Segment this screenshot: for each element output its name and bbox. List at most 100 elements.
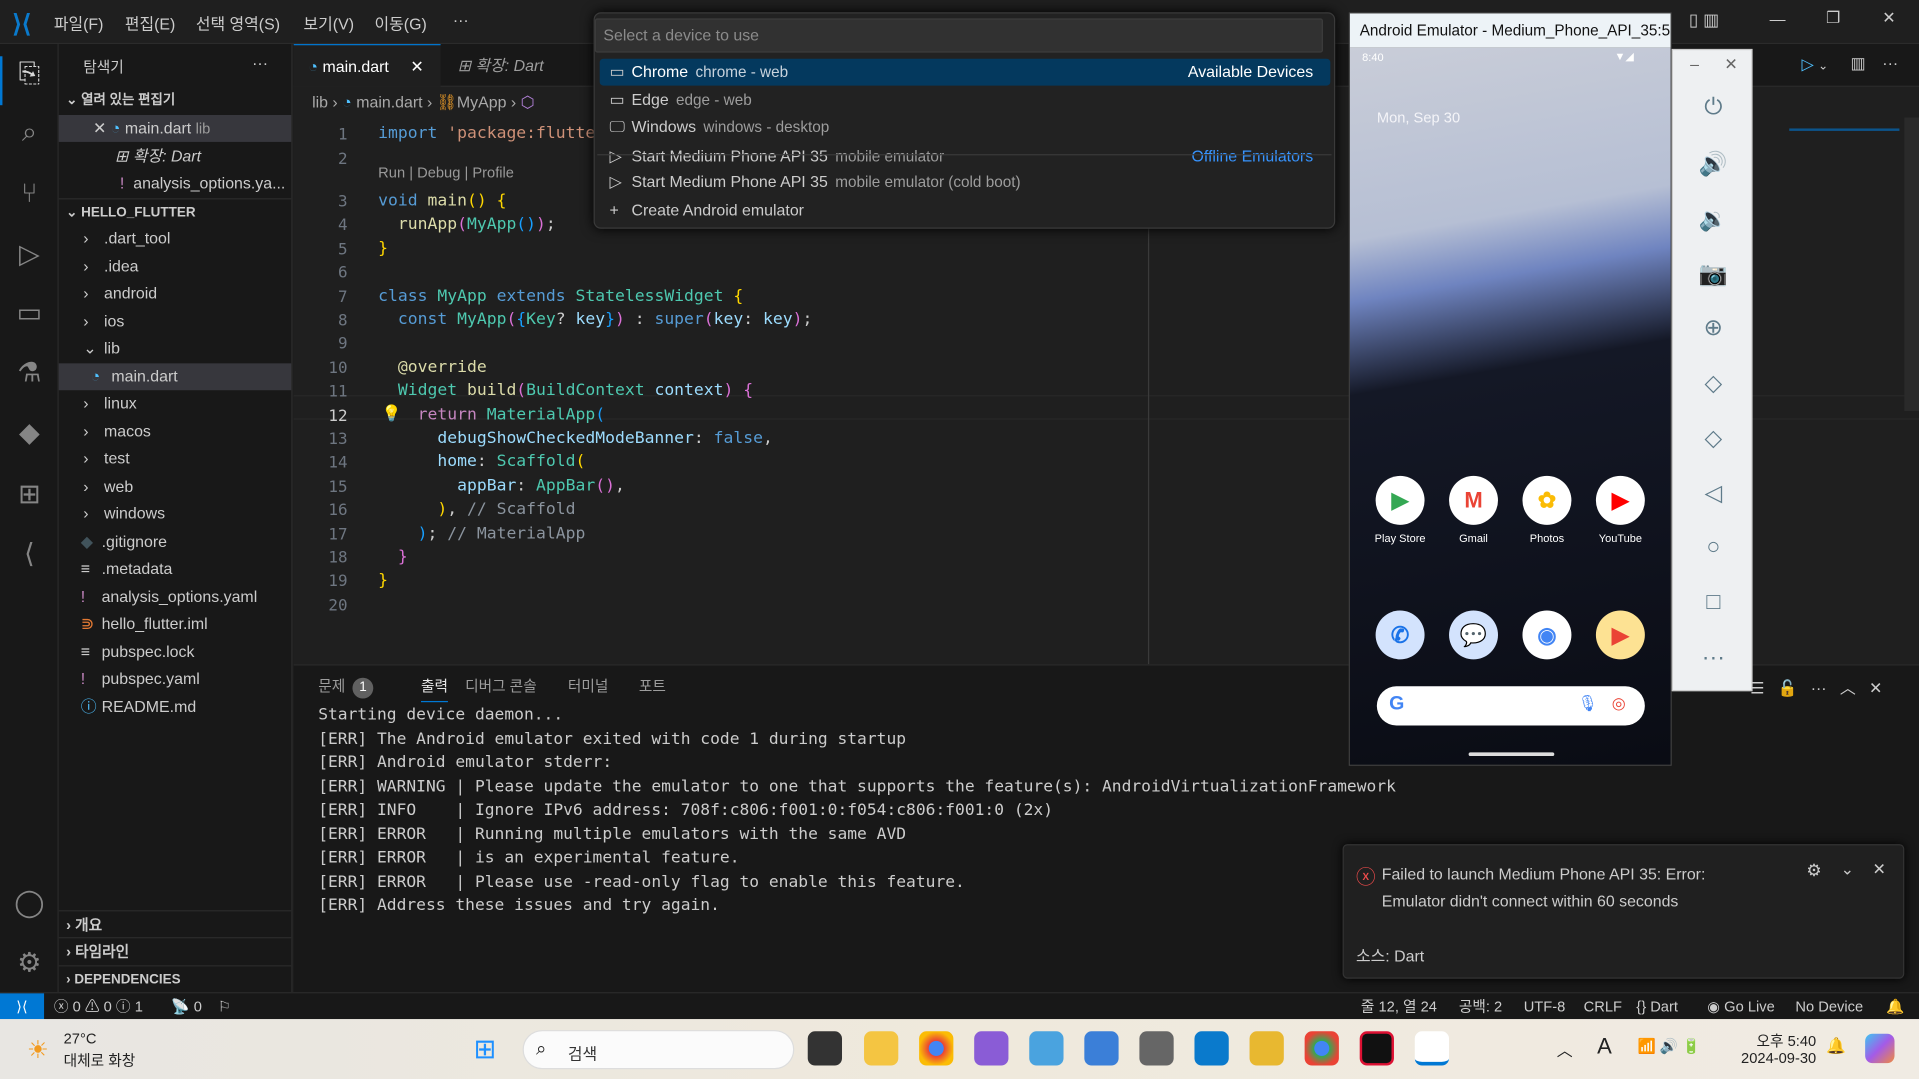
dock-app-icon[interactable]: ▶: [1595, 610, 1645, 660]
menu-item[interactable]: 보기(V): [304, 11, 354, 34]
cursor-position[interactable]: 줄 12, 열 24: [1361, 993, 1437, 1020]
dock-app-icon[interactable]: ✆: [1375, 610, 1425, 660]
lens-icon[interactable]: ◎: [1612, 694, 1626, 714]
menu-item[interactable]: 선택 영역(S): [196, 11, 280, 34]
device-selector[interactable]: No Device: [1795, 993, 1863, 1020]
notifications-bell-icon[interactable]: 🔔: [1886, 993, 1904, 1020]
taskbar-search[interactable]: ⌕ 검색: [522, 1030, 795, 1070]
restore-button[interactable]: ❐: [1826, 9, 1840, 29]
open-editor-main-dart[interactable]: ✕ ◔ main.dart lib: [58, 114, 292, 142]
tree-item-windows[interactable]: › windows: [59, 500, 292, 527]
app-icon-gmail[interactable]: M: [1449, 475, 1498, 525]
back-icon[interactable]: ◁: [1673, 480, 1754, 508]
more-actions-button[interactable]: ···: [252, 54, 268, 72]
tree-item-READMEmd[interactable]: ⓘ README.md: [59, 693, 292, 720]
layout-icons[interactable]: ▯ ▥: [1689, 10, 1719, 31]
notification-center-icon[interactable]: 🔔: [1826, 1036, 1846, 1056]
encoding[interactable]: UTF-8: [1524, 993, 1566, 1020]
problems-indicator[interactable]: ⓧ 0 ⚠ 0 ⓘ 1: [54, 993, 143, 1020]
menu-item[interactable]: 편집(E): [125, 11, 175, 34]
run-button[interactable]: ▷ ⌄: [1802, 55, 1829, 75]
visual-studio-icon[interactable]: [974, 1031, 1009, 1066]
ports-indicator[interactable]: 📡 0: [171, 993, 202, 1020]
phone-screen[interactable]: 8:40 ▼◢ Mon, Sep 30 ▶ Play Store M Gmail ✿ Ph…: [1349, 47, 1671, 765]
zoom-icon[interactable]: ⊕: [1673, 314, 1754, 342]
tree-item-linux[interactable]: › linux: [59, 390, 292, 417]
line-ending[interactable]: CRLF: [1584, 993, 1622, 1020]
ime-icon[interactable]: A: [1597, 1034, 1612, 1060]
tree-item-dart_tool[interactable]: › .dart_tool: [59, 225, 292, 252]
emulator-minimize-button[interactable]: –: [1690, 55, 1699, 73]
tree-item-pubspecyaml[interactable]: ! pubspec.yaml: [59, 666, 292, 693]
debug-icon[interactable]: ⚐: [218, 993, 231, 1020]
weather-temp[interactable]: 27°C: [64, 1030, 97, 1047]
close-window-button[interactable]: ✕: [1882, 9, 1895, 29]
copilot-icon[interactable]: [1865, 1033, 1895, 1064]
vscode-taskbar-icon[interactable]: [1194, 1031, 1229, 1066]
notification-collapse-icon[interactable]: ⌄: [1841, 860, 1854, 880]
editor-more-button[interactable]: ···: [1882, 54, 1898, 72]
source-control-icon[interactable]: ⑂: [12, 176, 46, 210]
minimize-button[interactable]: —: [1770, 10, 1786, 28]
mic-icon[interactable]: 🎙: [1578, 694, 1598, 714]
file-explorer-icon[interactable]: [864, 1031, 899, 1066]
tree-item-lib[interactable]: ⌄ lib: [59, 335, 292, 362]
split-editor-button[interactable]: ▥: [1850, 54, 1865, 74]
intellij-icon[interactable]: [1359, 1031, 1394, 1066]
remote-explorer-icon[interactable]: ▭: [12, 296, 46, 330]
dock-app-icon[interactable]: ◉: [1522, 610, 1572, 660]
tree-item-ios[interactable]: › ios: [59, 308, 292, 335]
tree-item-test[interactable]: › test: [59, 445, 292, 472]
explorer-icon[interactable]: ⎘: [12, 56, 46, 90]
tree-item-pubspeclock[interactable]: ≡ pubspec.lock: [59, 638, 292, 665]
editor-scrollbar[interactable]: [1904, 117, 1919, 412]
tree-item-android[interactable]: › android: [59, 280, 292, 307]
dependencies-section[interactable]: › DEPENDENCIES: [58, 965, 292, 992]
lightbulb-icon[interactable]: 💡: [382, 404, 402, 422]
tree-item-metadata[interactable]: ≡ .metadata: [59, 555, 292, 582]
tray-time[interactable]: 오후 5:40: [1735, 1030, 1816, 1051]
flutter-icon[interactable]: ⟨: [12, 537, 46, 571]
device-search-input[interactable]: Select a device to use: [594, 18, 1323, 53]
run-debug-icon[interactable]: ▷: [12, 237, 46, 271]
calculator-icon[interactable]: [1139, 1031, 1174, 1066]
notification-close-icon[interactable]: ✕: [1872, 860, 1885, 880]
tray-date[interactable]: 2024-09-30: [1735, 1050, 1816, 1067]
accounts-icon[interactable]: ◯: [12, 886, 46, 920]
volume-down-icon[interactable]: 🔉: [1673, 204, 1754, 233]
tree-item-web[interactable]: › web: [59, 473, 292, 500]
extensions-icon[interactable]: ⊞: [12, 477, 46, 511]
weather-desc[interactable]: 대체로 화창: [64, 1050, 136, 1071]
outline-section[interactable]: › 개요: [58, 910, 292, 937]
panel-actions[interactable]: ☰ 🔓 ··· ︿ ✕: [1750, 675, 1882, 698]
project-section[interactable]: ⌄ HELLO_FLUTTER: [58, 198, 292, 225]
app-icon[interactable]: [1029, 1031, 1064, 1066]
menu-item[interactable]: 파일(F): [54, 11, 104, 34]
menu-item[interactable]: 이동(G): [374, 11, 426, 34]
app-icon-playstore[interactable]: ▶: [1375, 475, 1425, 525]
network-volume-battery-icons[interactable]: 📶 🔊 🔋: [1638, 1037, 1701, 1054]
panel-tab[interactable]: 문제 1: [318, 675, 374, 699]
panel-tab[interactable]: 포트: [639, 675, 666, 696]
app-icon[interactable]: [1249, 1031, 1284, 1066]
settings-gear-icon[interactable]: ⚙: [12, 946, 46, 980]
close-icon[interactable]: ✕: [93, 119, 106, 137]
device-option[interactable]: ▭ Chrome chrome - web Available Devices: [599, 58, 1331, 86]
go-live-button[interactable]: ◉ Go Live: [1707, 993, 1775, 1020]
remote-indicator[interactable]: ⟩⟨: [0, 993, 45, 1021]
app-icon-youtube[interactable]: ▶: [1595, 475, 1645, 525]
volume-up-icon[interactable]: 🔊: [1673, 149, 1754, 178]
codelens[interactable]: Run | Debug | Profile: [378, 164, 514, 181]
search-icon[interactable]: ⌕: [12, 115, 46, 149]
device-option[interactable]: 🖵 Windows windows - desktop: [600, 114, 1331, 141]
android-emulator-taskbar-icon[interactable]: [1414, 1031, 1450, 1066]
timeline-section[interactable]: › 타임라인: [58, 937, 292, 964]
app-icon-photos[interactable]: ✿: [1522, 475, 1572, 525]
chrome-icon[interactable]: [919, 1031, 954, 1066]
minimap[interactable]: [1789, 111, 1900, 148]
rotate-left-icon[interactable]: ◇: [1673, 369, 1754, 397]
google-search-bar[interactable]: G 🎙 ◎: [1376, 686, 1645, 726]
more-icon[interactable]: ···: [1673, 645, 1754, 672]
python-icon[interactable]: ◆: [12, 416, 46, 450]
device-option[interactable]: ▷ Start Medium Phone API 35 mobile emulato…: [600, 169, 1331, 196]
